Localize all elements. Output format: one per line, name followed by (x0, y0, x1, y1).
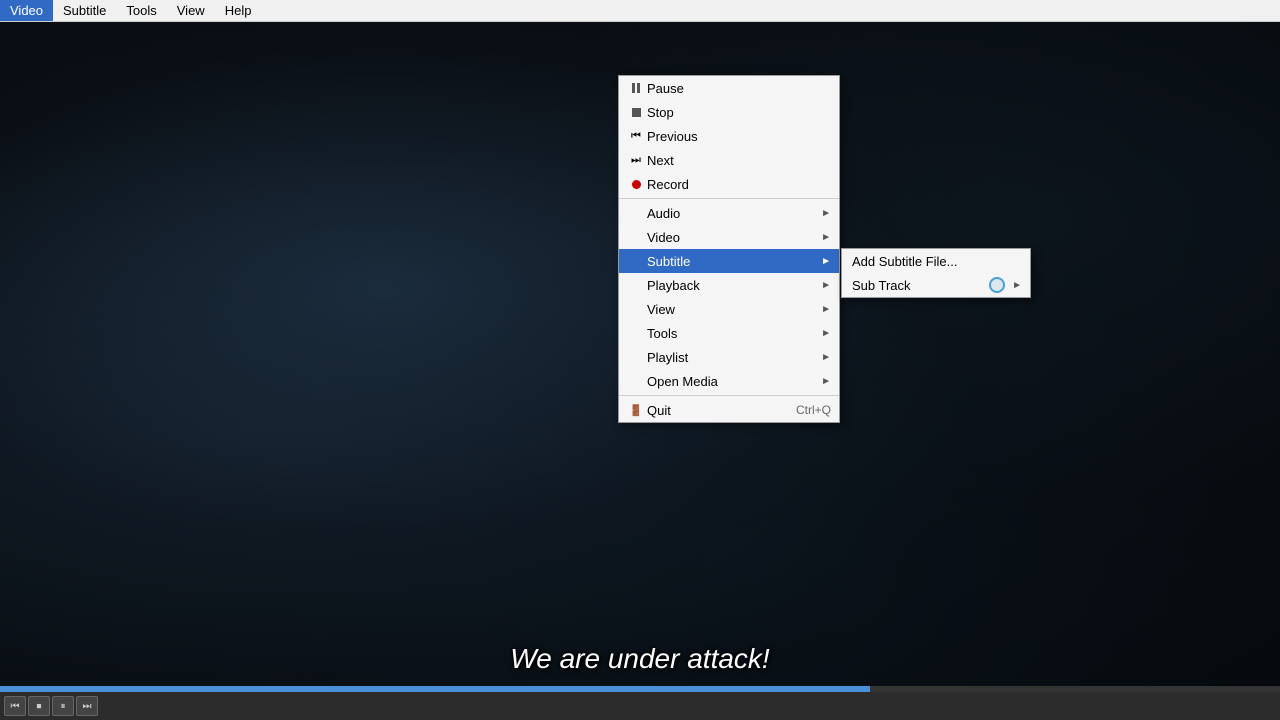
quit-icon: 🚪 (625, 404, 647, 417)
ctrl-next[interactable]: ⏭ (76, 696, 98, 716)
menu-item-view[interactable]: View ► (619, 297, 839, 321)
tools-arrow: ► (821, 328, 831, 339)
menu-item-next[interactable]: ⏭ Next (619, 148, 839, 172)
video-arrow: ► (821, 232, 831, 243)
controls-bar: ⏮ ⏹ ⏸ ⏭ (0, 692, 1280, 720)
subtitle-submenu: Add Subtitle File... Sub Track ► (841, 248, 1031, 298)
menu-label-open-media: Open Media (647, 374, 821, 389)
menu-item-playlist[interactable]: Playlist ► (619, 345, 839, 369)
menu-label-next: Next (647, 153, 831, 168)
sub-track-arrow: ► (1012, 280, 1022, 291)
menu-label-playback: Playback (647, 278, 821, 293)
menu-label-pause: Pause (647, 81, 831, 96)
menu-item-tools[interactable]: Tools ► (619, 321, 839, 345)
subtitle-arrow: ► (821, 256, 831, 267)
playlist-arrow: ► (821, 352, 831, 363)
separator-1 (619, 198, 839, 199)
open-media-arrow: ► (821, 376, 831, 387)
menu-item-audio[interactable]: Audio ► (619, 201, 839, 225)
record-icon (625, 180, 647, 189)
menu-item-video[interactable]: Video ► (619, 225, 839, 249)
menu-label-video: Video (647, 230, 821, 245)
menu-item-stop[interactable]: Stop (619, 100, 839, 124)
menubar-video[interactable]: Video (0, 0, 53, 21)
next-icon: ⏭ (625, 154, 647, 167)
previous-icon: ⏮ (625, 130, 647, 143)
menubar-subtitle[interactable]: Subtitle (53, 0, 116, 21)
menu-item-playback[interactable]: Playback ► (619, 273, 839, 297)
menu-label-view: View (647, 302, 821, 317)
menu-item-quit[interactable]: 🚪 Quit Ctrl+Q (619, 398, 839, 422)
playback-arrow: ► (821, 280, 831, 291)
submenu-label-add-subtitle: Add Subtitle File... (852, 254, 958, 269)
stop-icon (625, 108, 647, 117)
menubar-help[interactable]: Help (215, 0, 262, 21)
menu-label-audio: Audio (647, 206, 821, 221)
menubar-tools[interactable]: Tools (116, 0, 166, 21)
view-arrow: ► (821, 304, 831, 315)
context-menu: Pause Stop ⏮ Previous ⏭ Next Record Audi… (618, 75, 840, 423)
ctrl-pause[interactable]: ⏸ (52, 696, 74, 716)
ctrl-prev[interactable]: ⏮ (4, 696, 26, 716)
menu-item-previous[interactable]: ⏮ Previous (619, 124, 839, 148)
menu-item-subtitle[interactable]: Subtitle ► Add Subtitle File... Sub Trac… (619, 249, 839, 273)
menu-item-pause[interactable]: Pause (619, 76, 839, 100)
menu-label-record: Record (647, 177, 831, 192)
cursor-indicator (989, 277, 1005, 293)
submenu-sub-track[interactable]: Sub Track ► (842, 273, 1030, 297)
menu-label-previous: Previous (647, 129, 831, 144)
menu-item-record[interactable]: Record (619, 172, 839, 196)
menu-item-open-media[interactable]: Open Media ► (619, 369, 839, 393)
separator-2 (619, 395, 839, 396)
menu-label-tools: Tools (647, 326, 821, 341)
audio-arrow: ► (821, 208, 831, 219)
menubar: Video Subtitle Tools View Help (0, 0, 1280, 22)
menubar-view[interactable]: View (167, 0, 215, 21)
menu-label-stop: Stop (647, 105, 831, 120)
quit-shortcut: Ctrl+Q (796, 403, 831, 417)
submenu-add-subtitle[interactable]: Add Subtitle File... (842, 249, 1030, 273)
menu-label-quit: Quit (647, 403, 796, 418)
menu-label-subtitle: Subtitle (647, 254, 821, 269)
ctrl-stop[interactable]: ⏹ (28, 696, 50, 716)
subtitle-display: We are under attack! (0, 643, 1280, 675)
menu-label-playlist: Playlist (647, 350, 821, 365)
pause-icon (625, 83, 647, 93)
